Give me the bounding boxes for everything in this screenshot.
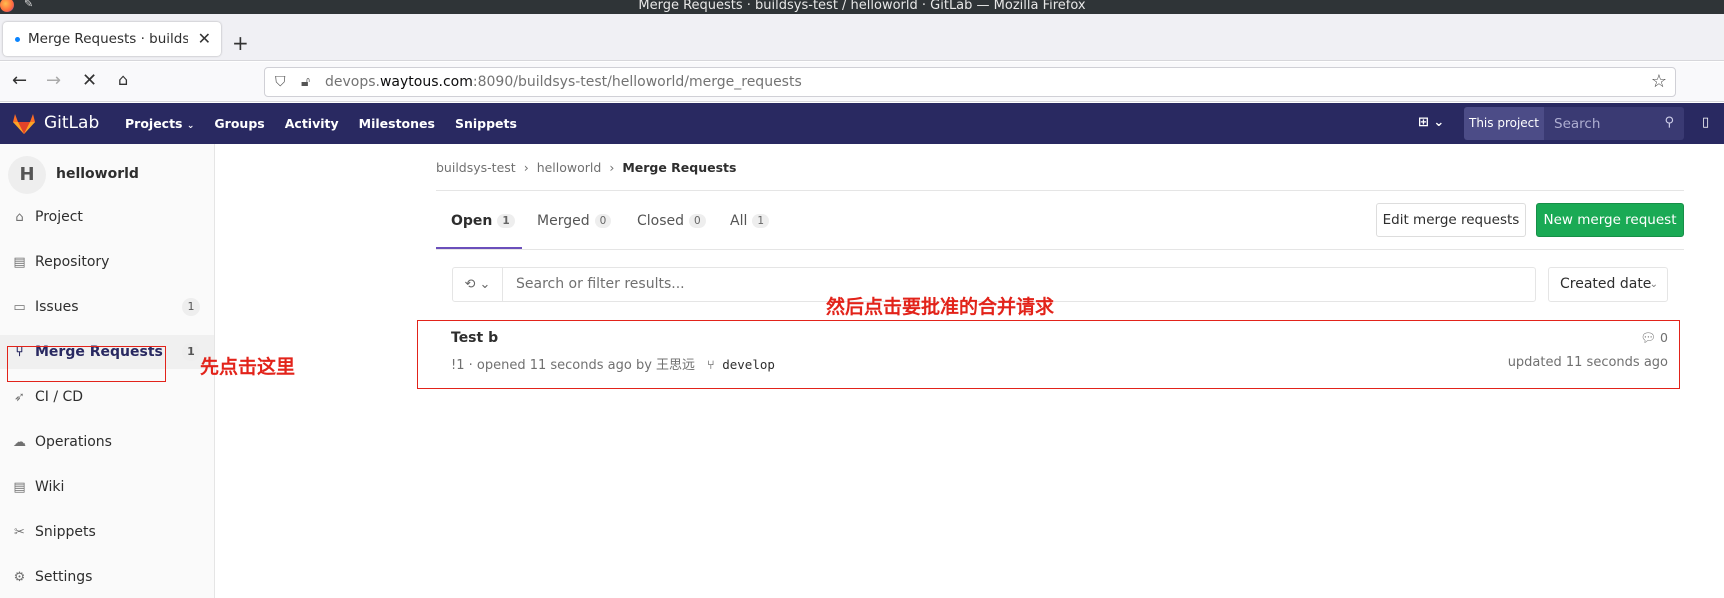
edit-merge-requests-button[interactable]: Edit merge requests <box>1376 203 1526 237</box>
settings-icon: ⚙ <box>13 569 26 585</box>
home-icon[interactable]: ⌂ <box>118 70 128 89</box>
tab-title: Merge Requests · buildsys-test / hellowo… <box>28 31 188 47</box>
comments-count[interactable]: 💬︎ 0 <box>1640 330 1668 346</box>
sidebar-item-ci-cd[interactable]: ➶ CI / CD <box>0 380 214 414</box>
issues-icon: ▭ <box>13 299 26 315</box>
sidebar-item-repository[interactable]: ▤ Repository <box>0 245 214 279</box>
chevron-down-icon: ⌄ <box>1649 279 1658 290</box>
loading-dot-icon <box>15 36 20 42</box>
project-name[interactable]: helloworld <box>56 166 139 182</box>
breadcrumb-separator: › <box>523 160 529 175</box>
sort-dropdown[interactable]: Created date ⌄ <box>1548 267 1668 302</box>
bookmark-star-icon[interactable]: ☆ <box>1651 71 1667 92</box>
annotation-then-click-mr: 然后点击要批准的合并请求 <box>826 296 1055 318</box>
sidebar-item-settings[interactable]: ⚙ Settings <box>0 560 214 594</box>
branch-icon: ⑂ <box>707 357 715 372</box>
annotation-box-merge-requests <box>7 346 166 382</box>
nav-projects[interactable]: Projects ⌄ <box>125 116 194 131</box>
merge-request-row[interactable]: Test b !1 · opened 11 seconds ago by 王思远… <box>436 320 1684 388</box>
window-icons: ✎ <box>0 0 33 12</box>
new-tab-icon[interactable]: + <box>232 31 249 55</box>
new-merge-request-button[interactable]: New merge request <box>1536 203 1684 237</box>
breadcrumb-current[interactable]: Merge Requests <box>622 160 736 175</box>
tab-count-badge: 1 <box>752 214 770 228</box>
search-scope-badge[interactable]: This project <box>1464 107 1544 140</box>
browser-tabbar: Merge Requests · buildsys-test / hellowo… <box>0 14 1724 61</box>
gitlab-brand[interactable]: GitLab <box>44 113 99 133</box>
tab-open[interactable]: Open 1 <box>451 213 515 229</box>
url-bar[interactable]: ⛉ 🔓︎ devops.waytous.com:8090/buildsys-te… <box>264 67 1676 97</box>
tab-closed[interactable]: Closed 0 <box>637 213 706 229</box>
window-titlebar: ✎ Merge Requests · buildsys-test / hello… <box>0 0 1724 14</box>
tab-count-badge: 0 <box>689 214 706 228</box>
active-tab-indicator <box>436 247 522 249</box>
book-icon: ▤ <box>13 254 26 270</box>
close-tab-icon[interactable]: ✕ <box>198 29 211 48</box>
breadcrumb-separator: › <box>609 160 615 175</box>
browser-navbar: ← → ✕ ⌂ ⛉ 🔓︎ devops.waytous.com:8090/bui… <box>0 62 1724 102</box>
merge-request-meta: !1 · opened 11 seconds ago by 王思远 ⑂ deve… <box>451 357 775 373</box>
tab-merged[interactable]: Merged 0 <box>537 213 612 229</box>
rocket-icon: ➶ <box>14 389 25 405</box>
gitlab-logo-icon[interactable] <box>12 113 36 135</box>
home-icon: ⌂ <box>15 209 24 225</box>
chevron-down-icon: ⌄ <box>186 121 195 131</box>
search-icon: ⚲ <box>1664 115 1674 130</box>
search-input[interactable]: Search ⚲ <box>1544 107 1684 140</box>
tab-all[interactable]: All 1 <box>730 213 770 229</box>
book-icon: ▤ <box>13 479 26 495</box>
nav-snippets[interactable]: Snippets <box>455 116 517 131</box>
target-branch[interactable]: ⑂ develop <box>707 357 775 372</box>
shield-icon[interactable]: ⛉ <box>275 74 286 90</box>
breadcrumb-project[interactable]: helloworld <box>537 160 602 175</box>
stop-icon[interactable]: ✕ <box>82 70 97 91</box>
sidebar-item-wiki[interactable]: ▤ Wiki <box>0 470 214 504</box>
breadcrumb-group[interactable]: buildsys-test <box>436 160 516 175</box>
browser-tab[interactable]: Merge Requests · buildsys-test / hellowo… <box>3 22 221 56</box>
gitlab-main-nav: Projects ⌄ Groups Activity Milestones Sn… <box>125 116 517 131</box>
nav-activity[interactable]: Activity <box>285 116 339 131</box>
scissors-icon: ✂ <box>14 524 25 540</box>
merge-request-title[interactable]: Test b <box>451 330 498 346</box>
user-menu-icon[interactable]: ▯ <box>1702 115 1709 130</box>
comment-icon: 💬︎ <box>1640 330 1657 345</box>
nav-milestones[interactable]: Milestones <box>359 116 435 131</box>
merge-request-updated: updated 11 seconds ago <box>1507 355 1668 370</box>
url-text: devops.waytous.com:8090/buildsys-test/he… <box>325 74 802 90</box>
breadcrumb: buildsys-test › helloworld › Merge Reque… <box>436 160 736 175</box>
window-title: Merge Requests · buildsys-test / hellowo… <box>638 0 1086 13</box>
sidebar-item-issues[interactable]: ▭ Issues 1 <box>0 290 214 324</box>
issues-count-badge: 1 <box>182 298 200 316</box>
sidebar-item-snippets[interactable]: ✂ Snippets <box>0 515 214 549</box>
nav-groups[interactable]: Groups <box>214 116 264 131</box>
back-icon[interactable]: ← <box>12 70 27 91</box>
tab-count-badge: 1 <box>497 214 515 228</box>
pin-icon: ✎ <box>24 0 34 10</box>
merge-requests-count-badge: 1 <box>182 343 200 361</box>
tab-count-badge: 0 <box>594 214 612 228</box>
cloud-gear-icon: ☁ <box>13 434 26 450</box>
insecure-lock-icon[interactable]: 🔓︎ <box>301 74 310 90</box>
search-placeholder: Search <box>1554 116 1601 132</box>
firefox-logo-icon <box>0 0 14 12</box>
gitlab-header: GitLab Projects ⌄ Groups Activity Milest… <box>0 103 1724 144</box>
filter-search-input[interactable]: Search or filter results... <box>516 276 685 292</box>
forward-icon[interactable]: → <box>46 70 61 91</box>
sidebar-item-project[interactable]: ⌂ Project <box>0 200 214 234</box>
new-dropdown-icon[interactable]: ⊞ ⌄ <box>1418 115 1444 130</box>
sidebar-item-operations[interactable]: ☁ Operations <box>0 425 214 459</box>
annotation-click-here-first: 先点击这里 <box>200 356 296 378</box>
recent-searches-history-icon[interactable]: ⟲ ⌄ <box>453 268 503 301</box>
project-avatar[interactable]: H <box>8 156 46 194</box>
